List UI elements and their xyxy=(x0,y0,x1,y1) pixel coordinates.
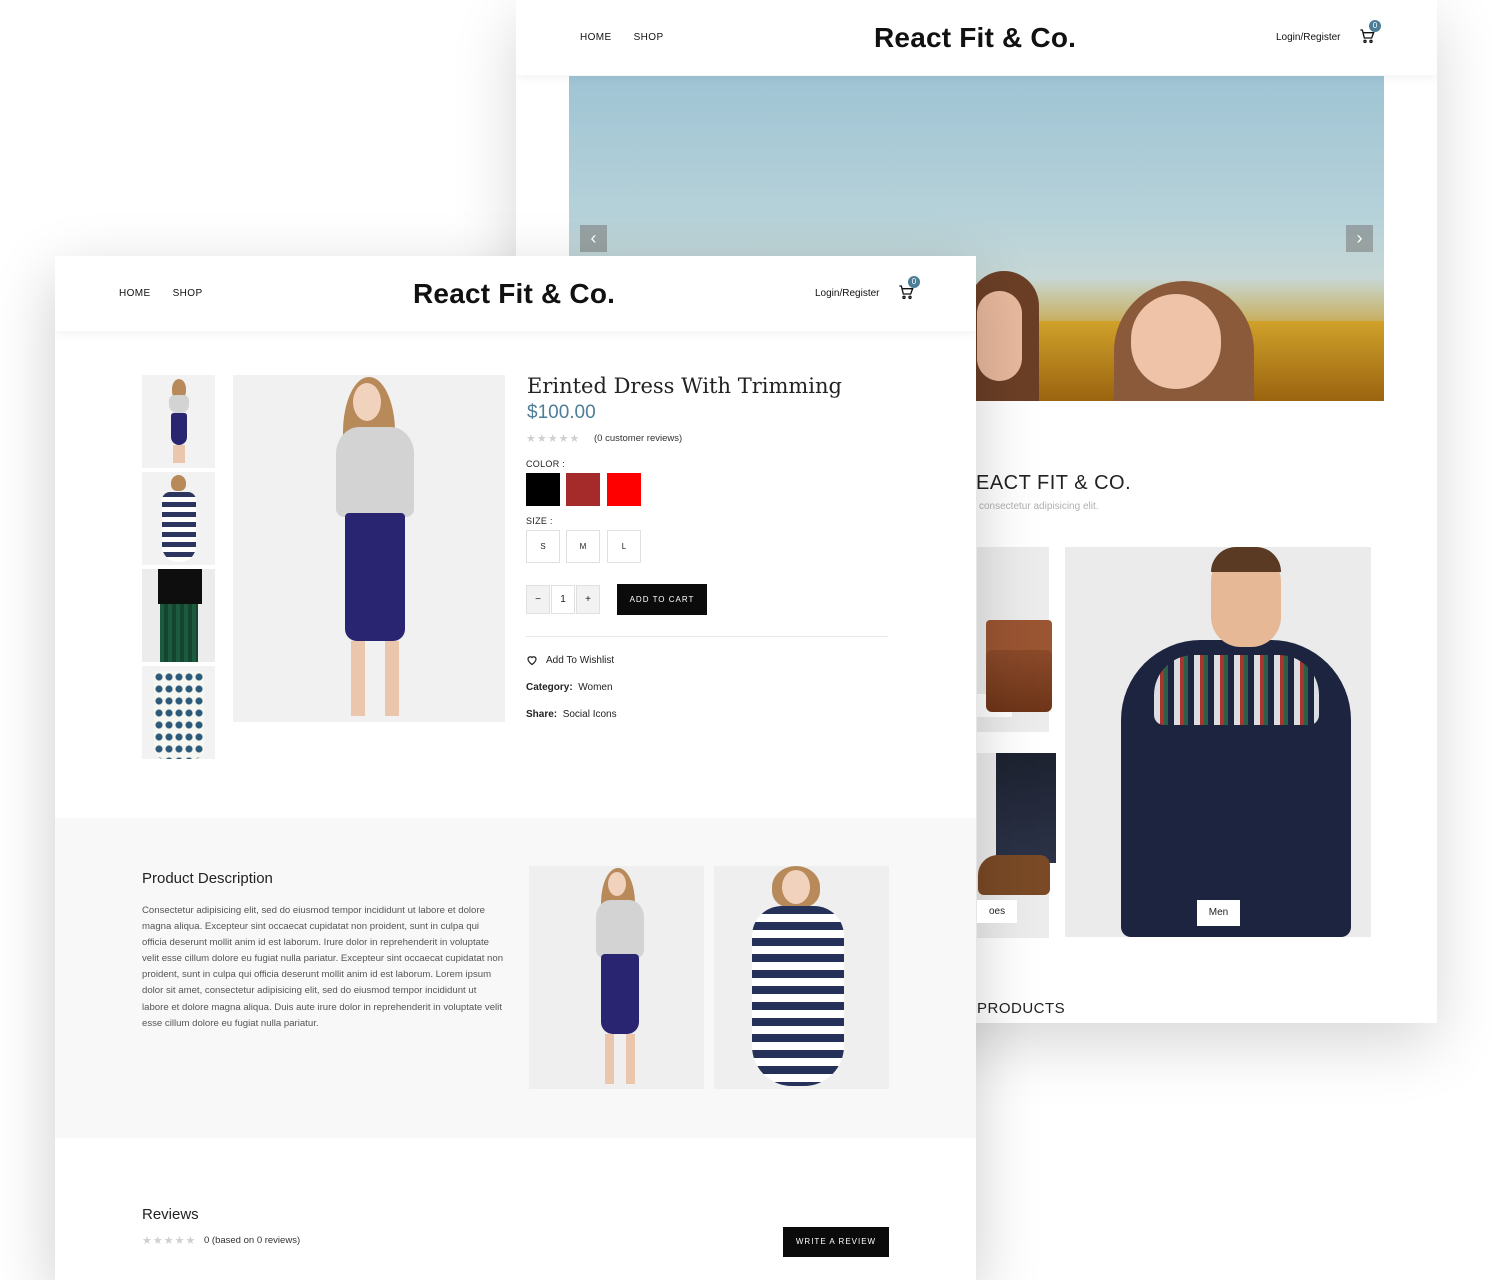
description-title: Product Description xyxy=(142,870,273,887)
size-option-l[interactable]: L xyxy=(607,530,641,563)
nav-shop[interactable]: SHOP xyxy=(173,288,203,299)
category-label-men[interactable]: Men xyxy=(1197,900,1240,926)
info-divider xyxy=(526,636,888,637)
login-register-link[interactable]: Login/Register xyxy=(815,256,879,331)
size-option-m[interactable]: M xyxy=(566,530,600,563)
product-thumbnail-4[interactable] xyxy=(142,666,215,759)
section-subtitle: consectetur adipisicing elit. xyxy=(979,501,1099,512)
reviews-summary: 0 (based on 0 reviews) xyxy=(204,1235,301,1246)
model-hair xyxy=(1211,547,1281,572)
site-header: HOME SHOP React Fit & Co. Login/Register… xyxy=(516,0,1437,75)
color-swatch-brown[interactable] xyxy=(566,473,600,506)
thumb-skirt xyxy=(171,413,187,445)
thumb-legs xyxy=(173,445,185,463)
nav-shop[interactable]: SHOP xyxy=(634,32,664,43)
site-logo[interactable]: React Fit & Co. xyxy=(874,0,1076,75)
quantity-decrease-button[interactable]: − xyxy=(526,585,550,614)
model-skirt xyxy=(345,513,405,641)
product-title: Erinted Dress With Trimming xyxy=(527,374,842,398)
share-row: Share: Social Icons xyxy=(526,709,617,720)
model-face xyxy=(353,383,381,421)
product-page-window: HOME SHOP React Fit & Co. Login/Register… xyxy=(55,256,976,1280)
model-leg-left xyxy=(605,1034,614,1084)
add-to-cart-button[interactable]: ADD TO CART xyxy=(617,584,707,615)
cart-icon[interactable]: 0 xyxy=(1359,20,1381,46)
color-swatch-red[interactable] xyxy=(607,473,641,506)
description-image-1 xyxy=(529,866,704,1089)
product-review-count[interactable]: (0 customer reviews) xyxy=(594,433,682,444)
model-leg-right xyxy=(626,1034,635,1084)
login-register-link[interactable]: Login/Register xyxy=(1276,0,1340,75)
model-face xyxy=(782,870,810,904)
model-leg-left xyxy=(351,641,365,716)
slider-prev-arrow-icon[interactable]: ‹ xyxy=(580,225,607,252)
category-label-shoes: oes xyxy=(977,900,1018,923)
model-leg-right xyxy=(385,641,399,716)
slider-next-arrow-icon[interactable]: › xyxy=(1346,225,1373,252)
write-review-button[interactable]: WRITE A REVIEW xyxy=(783,1227,889,1257)
thumb-hair xyxy=(171,475,186,491)
product-price: $100.00 xyxy=(527,402,596,423)
model-face xyxy=(608,872,626,896)
sweater-pattern xyxy=(1154,655,1319,725)
color-swatch-black[interactable] xyxy=(526,473,560,506)
product-rating-stars-icon: ★★★★★ xyxy=(526,433,581,445)
reviews-title: Reviews xyxy=(142,1206,199,1223)
size-option-s[interactable]: S xyxy=(526,530,560,563)
product-thumbnail-3[interactable] xyxy=(142,569,215,662)
legs-image xyxy=(996,753,1056,863)
description-text: Consectetur adipisicing elit, sed do eiu… xyxy=(142,905,504,1029)
thumb-black-top xyxy=(158,569,202,604)
product-thumbnail-2[interactable] xyxy=(142,472,215,565)
nav-home[interactable]: HOME xyxy=(580,32,612,43)
main-nav: HOME SHOP xyxy=(580,0,664,75)
product-main-image[interactable] xyxy=(233,375,505,722)
striped-dress-image xyxy=(752,906,844,1086)
cart-count-badge: 0 xyxy=(1369,20,1381,32)
category-row: Category: Women xyxy=(526,682,613,693)
site-header: HOME SHOP React Fit & Co. Login/Register… xyxy=(55,256,976,331)
cart-icon[interactable]: 0 xyxy=(898,276,920,302)
color-label: COLOR : xyxy=(526,459,566,469)
shoe-image xyxy=(978,855,1050,895)
model-sweater xyxy=(596,900,644,958)
cart-count-badge: 0 xyxy=(908,276,920,288)
model-sweater xyxy=(336,427,414,517)
quantity-input[interactable]: 1 xyxy=(551,585,575,614)
product-thumbnail-1[interactable] xyxy=(142,375,215,468)
thumb-green-skirt xyxy=(160,604,198,662)
share-label: Share: xyxy=(526,709,558,720)
thumb-dotted-dress xyxy=(154,671,204,759)
heart-icon[interactable] xyxy=(526,654,538,666)
nav-home[interactable]: HOME xyxy=(119,288,151,299)
site-logo[interactable]: React Fit & Co. xyxy=(413,256,615,331)
category-value[interactable]: Women xyxy=(578,682,612,693)
size-label: SIZE : xyxy=(526,516,553,526)
model-skirt xyxy=(601,954,639,1034)
bag-body xyxy=(986,650,1052,712)
thumb-striped-dress xyxy=(162,492,196,562)
hero-face-right xyxy=(1131,294,1221,389)
category-label: Category: xyxy=(526,682,573,693)
quantity-increase-button[interactable]: + xyxy=(576,585,600,614)
reviews-stars-icon: ★★★★★ xyxy=(142,1235,197,1247)
products-heading: PRODUCTS xyxy=(977,1000,1066,1017)
section-title: EACT FIT & CO. xyxy=(976,472,1132,494)
add-to-wishlist-link[interactable]: Add To Wishlist xyxy=(546,655,614,666)
hero-face-left xyxy=(977,291,1022,381)
description-image-2 xyxy=(714,866,889,1089)
thumb-top xyxy=(169,395,189,413)
main-nav: HOME SHOP xyxy=(119,256,203,331)
share-value[interactable]: Social Icons xyxy=(563,709,617,720)
